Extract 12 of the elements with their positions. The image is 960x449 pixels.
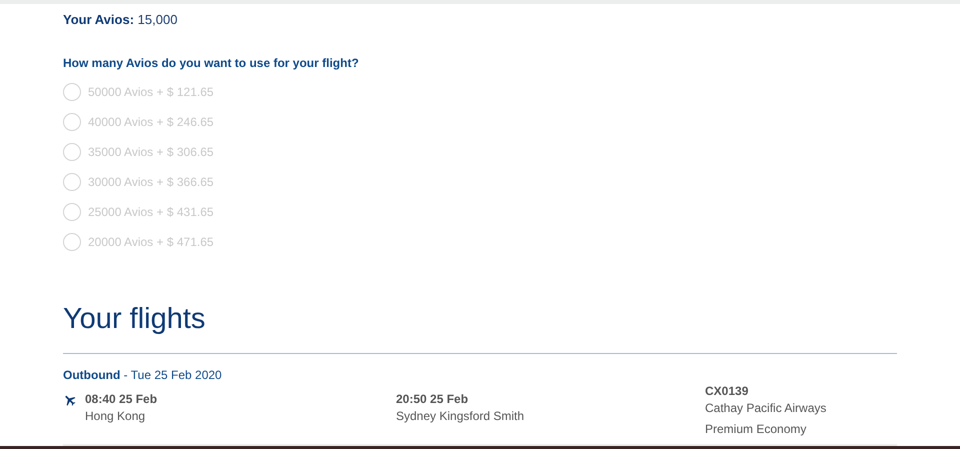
avios-balance: Your Avios: 15,000: [63, 12, 178, 28]
section-title: Your flights: [63, 302, 206, 337]
arrival-place: Sydney Kingsford Smith: [396, 408, 526, 425]
question: How many Avios do you want to use for your flight?: [63, 55, 360, 71]
airline: Cathay Pacific Airways: [705, 400, 828, 417]
departure-place: Hong Kong: [85, 408, 146, 425]
arrival-time: 20:50 25 Feb: [396, 391, 470, 407]
outbound-heading: Outbound - Tue 25 Feb 2020: [63, 367, 223, 383]
plane-icon: [63, 393, 77, 407]
flight-number: CX0139: [705, 383, 750, 399]
departure-time: 08:40 25 Feb: [85, 391, 158, 407]
cabin-class: Premium Economy: [705, 421, 808, 438]
